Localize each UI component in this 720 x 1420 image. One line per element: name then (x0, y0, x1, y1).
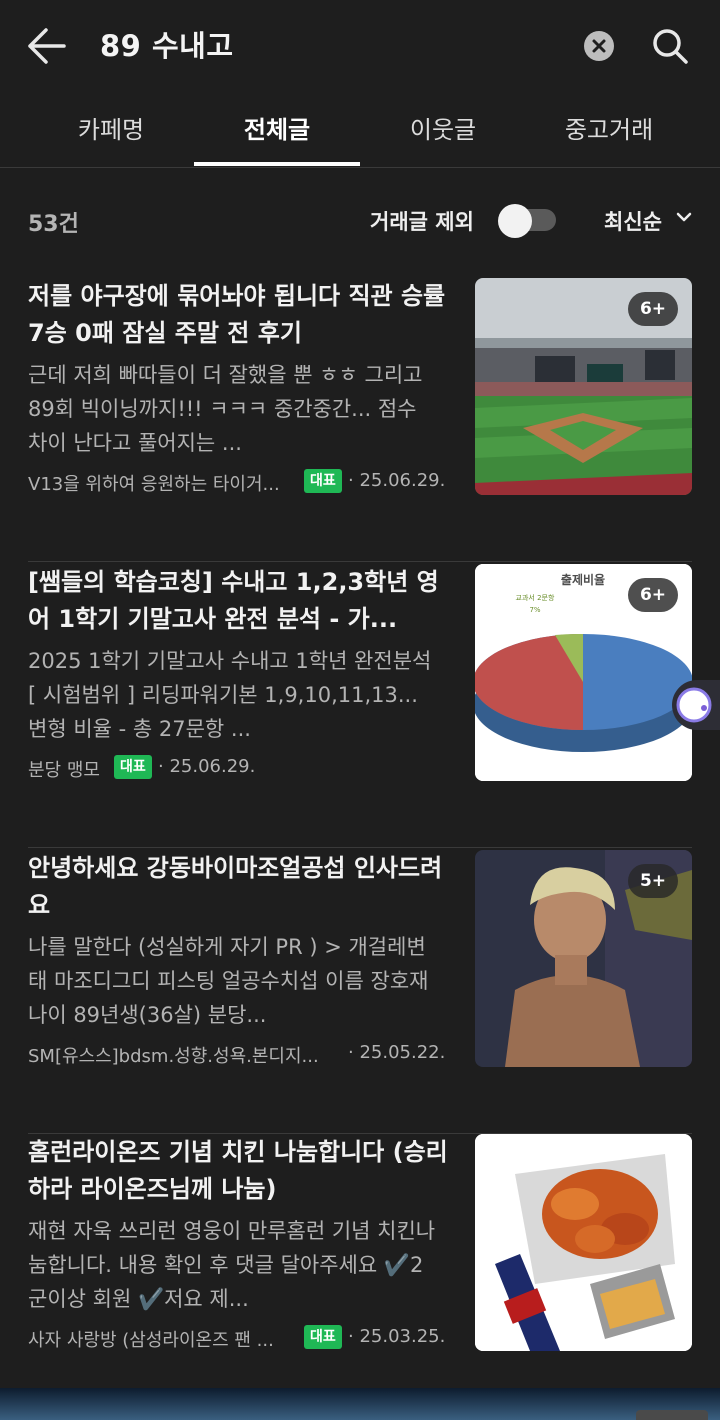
tab-neighbor-posts[interactable]: 이웃글 (360, 100, 526, 166)
post-snippet: 재현 자욱 쓰리런 영웅이 만루홈런 기념 치킨나눔합니다. 내용 확인 후 댓… (28, 1219, 436, 1311)
chicken-photo-image (475, 1134, 692, 1351)
result-count: 53건 (28, 212, 79, 237)
post-date: · 25.03.25. (348, 1326, 446, 1347)
post-title[interactable]: 저를 야구장에 묶어놔야 됩니다 직관 승률 7승 0패 잠실 주말 전 후기 (28, 278, 448, 352)
search-results-screen: 89 수내고 카페명 전체글 이웃글 중고거래 53건 거래글 제외 최신순 저… (0, 0, 720, 1420)
search-tabs: 카페명 전체글 이웃글 중고거래 (0, 100, 720, 168)
search-header: 89 수내고 (0, 0, 720, 92)
representative-badge: 대표 (304, 469, 342, 493)
exclude-trade-label: 거래글 제외 (370, 210, 474, 234)
ad-label-tab (636, 1410, 708, 1420)
tab-cafe-name[interactable]: 카페명 (28, 100, 194, 166)
search-query-input[interactable]: 89 수내고 (100, 26, 234, 66)
arrow-left-icon (28, 28, 66, 64)
post-author: 분당 맹모 (28, 760, 100, 781)
post-thumbnail-stadium[interactable]: 6+ (475, 278, 692, 495)
post-item[interactable]: 홈런라이온즈 기념 치킨 나눔합니다 (승리하라 라이온즈님께 나눔) 재현 자… (0, 1134, 720, 1418)
post-snippet: 나를 말한다 (성실하게 자기 PR ) > 개걸레변태 마조디그디 피스팅 얼… (28, 935, 429, 1027)
post-item[interactable]: [쌤들의 학습코칭] 수내고 1,2,3학년 영어 1학기 기말고사 완전 분석… (0, 564, 720, 848)
search-icon (653, 29, 688, 64)
post-meta: 사자 사랑방 (삼성라이온즈 팬 ... 대표 · 25.03.25. (28, 1324, 458, 1354)
post-author: V13을 위하여 응원하는 타이거... (28, 474, 280, 495)
post-date: · 25.06.29. (348, 470, 446, 491)
image-slice-pct: 7% (529, 606, 540, 614)
active-tab-indicator (194, 162, 360, 166)
post-date: · 25.05.22. (348, 1042, 446, 1063)
post-author: 사자 사랑방 (삼성라이온즈 팬 ... (28, 1330, 274, 1351)
image-count-badge: 5+ (628, 864, 678, 898)
post-meta: 분당 맹모 대표 · 25.06.29. (28, 754, 458, 784)
image-count-badge: 6+ (628, 292, 678, 326)
tab-used-trade[interactable]: 중고거래 (526, 100, 692, 166)
search-button[interactable] (650, 26, 690, 66)
clear-circle-icon (592, 39, 606, 53)
post-snippet: 2025 1학기 기말고사 수내고 1학년 완전분석 [ 시험범위 ] 리딩파워… (28, 649, 432, 741)
divider (28, 561, 692, 562)
assistant-bubble-icon (676, 687, 712, 723)
divider (28, 847, 692, 848)
exclude-trade-toggle[interactable] (498, 204, 556, 238)
post-meta: V13을 위하여 응원하는 타이거... 대표 · 25.06.29. (28, 468, 458, 498)
bottom-ad-banner[interactable] (0, 1388, 720, 1420)
post-thumbnail-pie-chart[interactable]: 출제비율 교과서 2문항 7% 6+ (475, 564, 692, 781)
post-thumbnail-person[interactable]: 5+ (475, 850, 692, 1067)
representative-badge: 대표 (304, 1325, 342, 1349)
post-item[interactable]: 저를 야구장에 묶어놔야 됩니다 직관 승률 7승 0패 잠실 주말 전 후기 … (0, 278, 720, 562)
chevron-down-icon[interactable] (676, 210, 692, 224)
post-title[interactable]: 홈런라이온즈 기념 치킨 나눔합니다 (승리하라 라이온즈님께 나눔) (28, 1134, 448, 1208)
post-meta: SM[유스스]bdsm.성향.성욕.본디지... · 25.05.22. (28, 1040, 458, 1070)
image-slice-label: 교과서 2문항 (516, 593, 555, 602)
sort-dropdown[interactable]: 최신순 (604, 206, 662, 236)
representative-badge: 대표 (114, 755, 152, 779)
image-chart-title: 출제비율 (561, 572, 605, 587)
tab-all-posts[interactable]: 전체글 (194, 100, 360, 166)
clear-search-button[interactable] (584, 31, 614, 61)
back-button[interactable] (26, 26, 68, 66)
image-count-badge: 6+ (628, 578, 678, 612)
floating-assistant-button[interactable] (672, 680, 720, 730)
filter-bar: 53건 거래글 제외 최신순 (0, 196, 720, 248)
toggle-knob (498, 204, 532, 238)
post-date: · 25.06.29. (158, 756, 256, 777)
post-title[interactable]: 안녕하세요 강동바이마조얼공섭 인사드려요 (28, 850, 448, 924)
post-thumbnail-chicken[interactable] (475, 1134, 692, 1351)
post-snippet: 근데 저희 빠따들이 더 잘했을 뿐 ㅎㅎ 그리고 89회 빅이닝까지!!! ㅋ… (28, 363, 423, 455)
post-title[interactable]: [쌤들의 학습코칭] 수내고 1,2,3학년 영어 1학기 기말고사 완전 분석… (28, 564, 448, 638)
post-author: SM[유스스]bdsm.성향.성욕.본디지... (28, 1046, 319, 1067)
post-item[interactable]: 안녕하세요 강동바이마조얼공섭 인사드려요 나를 말한다 (성실하게 자기 PR… (0, 850, 720, 1134)
